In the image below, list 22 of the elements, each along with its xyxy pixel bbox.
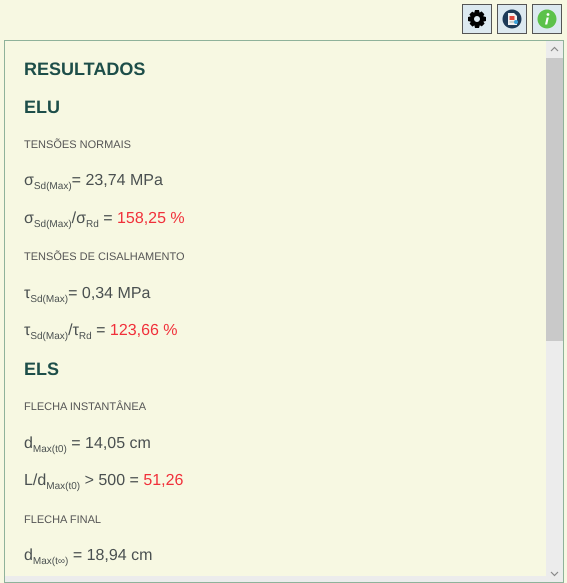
subheading: TENSÕES DE CISALHAMENTO <box>24 251 185 264</box>
subheading: FLECHA FINAL <box>24 514 102 526</box>
formula-result: d$_{Max(t0)}$ = 14,05 cm <box>24 434 151 455</box>
results-title: RESULTADOS <box>24 59 146 80</box>
section-heading: ELS <box>24 359 60 380</box>
formula-result: L/d$_{Max(t0)}$ > 500 = 51,26 <box>24 472 184 492</box>
gear-icon <box>467 9 487 29</box>
toolbar-button[interactable] <box>532 4 562 34</box>
horizontal-scrollbar[interactable] <box>5 576 546 582</box>
formula-result: τ$_{Sd(Max)}$= 0,34 MPa <box>24 284 150 305</box>
toolbar-button[interactable] <box>462 4 492 34</box>
toolbar-button[interactable] <box>497 4 527 34</box>
formula-result: d$_{Max(t∞)}$ = 18,94 cm <box>24 547 152 568</box>
scrollbar[interactable] <box>546 41 563 582</box>
section-heading: ELU <box>24 96 60 118</box>
document-icon <box>502 9 522 29</box>
formula-result: σ$_{Sd(Max)}$/σ$_{Rd}$ = 158,25 % <box>24 210 185 230</box>
subheading: FLECHA INSTANTÂNEA <box>24 401 146 414</box>
formula-result: τ$_{Sd(Max)}$/τ$_{Rd}$ = 123,66 % <box>24 322 178 342</box>
formula-result: σ$_{Sd(Max)}$= 23,74 MPa <box>24 172 163 192</box>
info-icon <box>537 9 557 29</box>
subheading: TENSÕES NORMAIS <box>24 138 131 151</box>
